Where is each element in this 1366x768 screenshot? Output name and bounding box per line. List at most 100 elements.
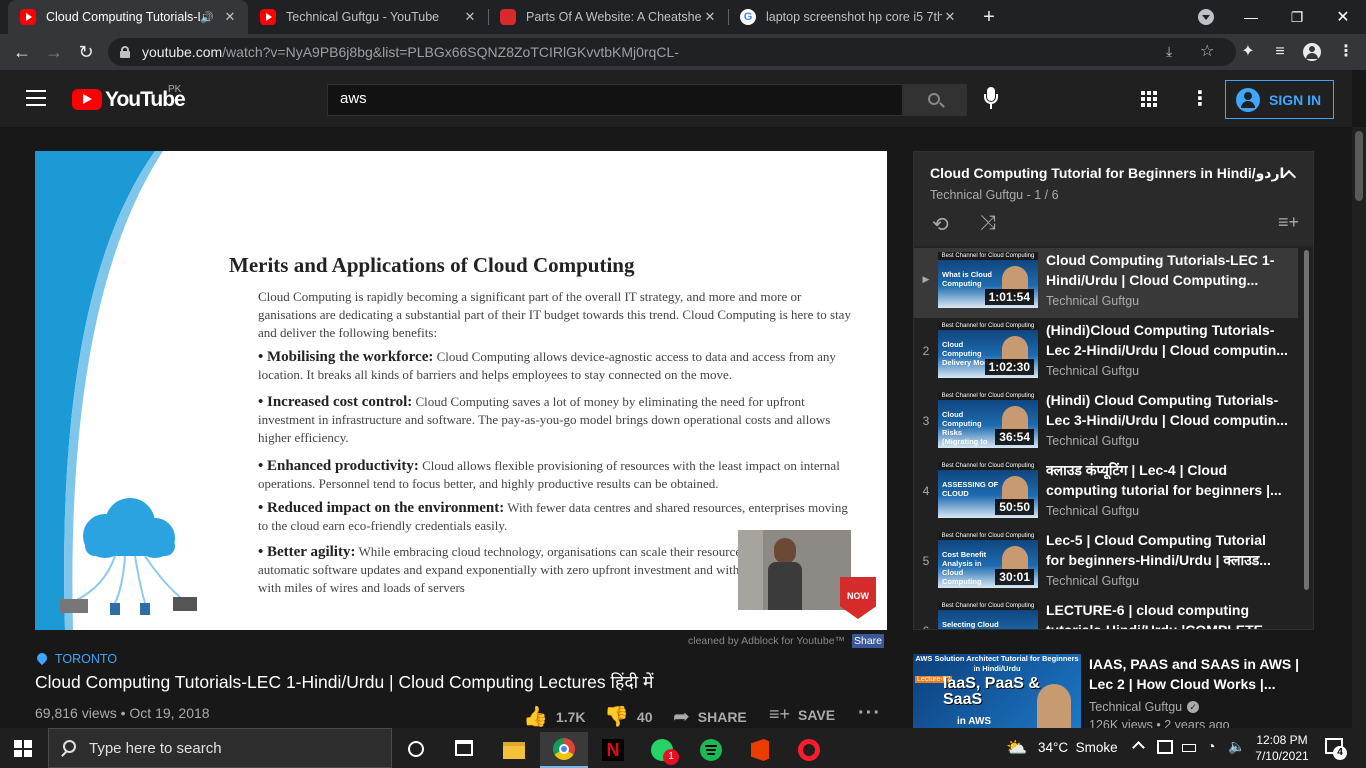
- taskbar-clock[interactable]: 12:08 PM 7/10/2021: [1254, 732, 1310, 764]
- spotify-icon[interactable]: [687, 732, 735, 768]
- whatsapp-icon[interactable]: 1: [638, 732, 686, 768]
- video-thumbnail[interactable]: Best Channel for Cloud Computing What is…: [938, 252, 1038, 308]
- speaker-icon[interactable]: 🔊: [200, 11, 214, 24]
- video-thumbnail[interactable]: Best Channel for Cloud Computing Cloud C…: [938, 392, 1038, 448]
- playlist-item-channel[interactable]: Technical Guftgu: [1046, 434, 1139, 448]
- playlist-item-title[interactable]: (Hindi) Cloud Computing Tutorials-Lec 3-…: [1046, 390, 1288, 430]
- search-input[interactable]: aws: [327, 84, 903, 116]
- like-button[interactable]: 👍 1.7K: [523, 704, 585, 729]
- profile-avatar-icon[interactable]: [1303, 43, 1321, 61]
- file-explorer-icon[interactable]: [490, 732, 538, 768]
- tab-technical-guftgu[interactable]: Technical Guftgu - YouTube ✕: [248, 0, 488, 34]
- playlist-subtitle[interactable]: Technical Guftgu - 1 / 6: [930, 188, 1059, 202]
- battery-icon[interactable]: [1182, 744, 1196, 752]
- video-thumbnail[interactable]: Best Channel for Cloud Computing Cost Be…: [938, 532, 1038, 588]
- notifications-icon[interactable]: 4: [1325, 738, 1347, 760]
- tab-parts-of-website[interactable]: Parts Of A Website: A Cheatsheet ✕: [488, 0, 728, 34]
- playlist-item[interactable]: ▶ Best Channel for Cloud Computing What …: [914, 248, 1298, 318]
- netflix-icon[interactable]: N: [589, 732, 637, 768]
- close-tab-icon[interactable]: ✕: [942, 9, 958, 25]
- close-tab-icon[interactable]: ✕: [702, 9, 718, 25]
- playlist-item-title[interactable]: क्लाउड कंप्यूटिंग | Lec-4 | Cloud comput…: [1046, 460, 1288, 500]
- save-playlist-icon[interactable]: ≡+: [1278, 212, 1299, 233]
- tab-search-icon[interactable]: [1198, 9, 1214, 25]
- playlist-item[interactable]: 4 Best Channel for Cloud Computing ASSES…: [914, 458, 1298, 528]
- playlist-item-title[interactable]: LECTURE-6 | cloud computing tutorials-Hi…: [1046, 600, 1288, 629]
- loop-icon[interactable]: ⟲: [932, 212, 949, 237]
- restore-window-button[interactable]: ❐: [1274, 0, 1320, 34]
- playlist-item-channel[interactable]: Technical Guftgu: [1046, 574, 1139, 588]
- minimize-window-button[interactable]: —: [1228, 0, 1274, 34]
- recommended-channel-row[interactable]: Technical Guftgu ✓: [1089, 700, 1200, 714]
- video-thumbnail[interactable]: Best Channel for Cloud Computing Cloud C…: [938, 322, 1038, 378]
- tab-cloud-computing[interactable]: Cloud Computing Tutorials-L 🔊 ✕: [8, 0, 248, 34]
- thumb-caption: Best Channel for Cloud Computing: [938, 322, 1038, 330]
- tray-chevron-up-icon[interactable]: [1132, 741, 1145, 754]
- video-player[interactable]: Merits and Applications of Cloud Computi…: [35, 151, 887, 630]
- more-actions-icon[interactable]: ···: [858, 702, 881, 725]
- apps-grid-icon[interactable]: [1141, 91, 1157, 107]
- page-scrollbar-thumb[interactable]: [1355, 131, 1363, 201]
- cortana-icon[interactable]: [408, 741, 424, 757]
- chrome-icon[interactable]: [540, 732, 588, 768]
- dislike-button[interactable]: 👎 40: [604, 704, 652, 729]
- video-thumbnail[interactable]: Best Channel for Cloud Computing Selecti…: [938, 602, 1038, 629]
- sign-in-button[interactable]: SIGN IN: [1225, 80, 1334, 119]
- subscribe-now-badge[interactable]: NOW: [840, 577, 876, 619]
- save-button[interactable]: ≡+ SAVE: [769, 704, 835, 725]
- playlist-item[interactable]: 2 Best Channel for Cloud Computing Cloud…: [914, 318, 1298, 388]
- bookmark-star-icon[interactable]: ☆: [1200, 41, 1214, 61]
- reload-icon[interactable]: ↻: [76, 42, 96, 62]
- page-scrollbar[interactable]: [1352, 127, 1366, 728]
- lock-icon[interactable]: [120, 46, 130, 58]
- playlist-item-title[interactable]: Lec-5 | Cloud Computing Tutorial for beg…: [1046, 530, 1288, 570]
- playlist-item-channel[interactable]: Technical Guftgu: [1046, 504, 1139, 518]
- playlist-item[interactable]: 5 Best Channel for Cloud Computing Cost …: [914, 528, 1298, 598]
- address-bar[interactable]: youtube.com/watch?v=NyA9PB6j8bg&list=PLB…: [108, 38, 1236, 66]
- playlist-item[interactable]: 3 Best Channel for Cloud Computing Cloud…: [914, 388, 1298, 458]
- url-text[interactable]: youtube.com/watch?v=NyA9PB6j8bg&list=PLB…: [142, 44, 679, 60]
- office-icon[interactable]: [736, 732, 784, 768]
- playlist-scrollbar[interactable]: [1304, 250, 1309, 590]
- playlist-item-title[interactable]: Cloud Computing Tutorials-LEC 1-Hindi/Ur…: [1046, 250, 1288, 290]
- recommended-title[interactable]: IAAS, PAAS and SAAS in AWS | Lec 2 | How…: [1089, 654, 1305, 694]
- new-tab-button[interactable]: +: [978, 6, 1000, 28]
- playlist-item[interactable]: 6 Best Channel for Cloud Computing Selec…: [914, 598, 1298, 629]
- taskbar-search-box[interactable]: Type here to search: [48, 728, 392, 768]
- youtube-logo[interactable]: YouTube PK: [72, 84, 196, 112]
- hamburger-menu-icon[interactable]: [26, 90, 46, 106]
- browser-menu-icon[interactable]: ⋮: [1336, 42, 1356, 62]
- save-label: SAVE: [798, 706, 836, 723]
- search-button[interactable]: [903, 84, 967, 116]
- microphone-icon[interactable]: [984, 87, 998, 111]
- recommended-channel[interactable]: Technical Guftgu: [1089, 700, 1182, 714]
- windows-start-icon[interactable]: [14, 740, 32, 757]
- weather-icon[interactable]: ⛅: [1006, 738, 1027, 758]
- opera-icon[interactable]: [785, 732, 833, 768]
- location-tag[interactable]: TORONTO: [34, 650, 117, 666]
- close-tab-icon[interactable]: ✕: [222, 9, 238, 25]
- playlist-item-channel[interactable]: Technical Guftgu: [1046, 364, 1139, 378]
- playlist-item-title[interactable]: (Hindi)Cloud Computing Tutorials-Lec 2-H…: [1046, 320, 1288, 360]
- shuffle-icon[interactable]: ⤨: [980, 212, 996, 235]
- video-thumbnail[interactable]: Best Channel for Cloud Computing ASSESSI…: [938, 462, 1038, 518]
- tray-app-icon[interactable]: [1157, 740, 1173, 754]
- settings-dots-icon[interactable]: ⋮: [1190, 86, 1210, 111]
- back-arrow-icon[interactable]: ←: [12, 42, 32, 62]
- tab-google-search[interactable]: G laptop screenshot hp core i5 7th ✕: [728, 0, 968, 34]
- close-tab-icon[interactable]: ✕: [462, 9, 478, 25]
- recommended-thumbnail[interactable]: AWS Solution Architect Tutorial for Begi…: [913, 654, 1081, 728]
- forward-arrow-icon[interactable]: →: [44, 42, 64, 62]
- weather-text[interactable]: 34°C Smoke: [1038, 740, 1118, 755]
- close-window-button[interactable]: ✕: [1320, 0, 1366, 34]
- playlist-title[interactable]: Cloud Computing Tutorial for Beginners i…: [930, 165, 1284, 182]
- share-button[interactable]: ➦ SHARE: [673, 704, 747, 729]
- wifi-icon[interactable]: ◔: [1207, 738, 1215, 754]
- task-view-icon[interactable]: [455, 740, 473, 756]
- install-app-icon[interactable]: ⤓: [1166, 43, 1172, 60]
- volume-icon[interactable]: 🔈: [1228, 738, 1245, 755]
- media-queue-icon[interactable]: ≡: [1270, 42, 1290, 62]
- extensions-puzzle-icon[interactable]: ✦: [1238, 42, 1258, 62]
- share-small-button[interactable]: Share: [852, 634, 885, 648]
- playlist-item-channel[interactable]: Technical Guftgu: [1046, 294, 1139, 308]
